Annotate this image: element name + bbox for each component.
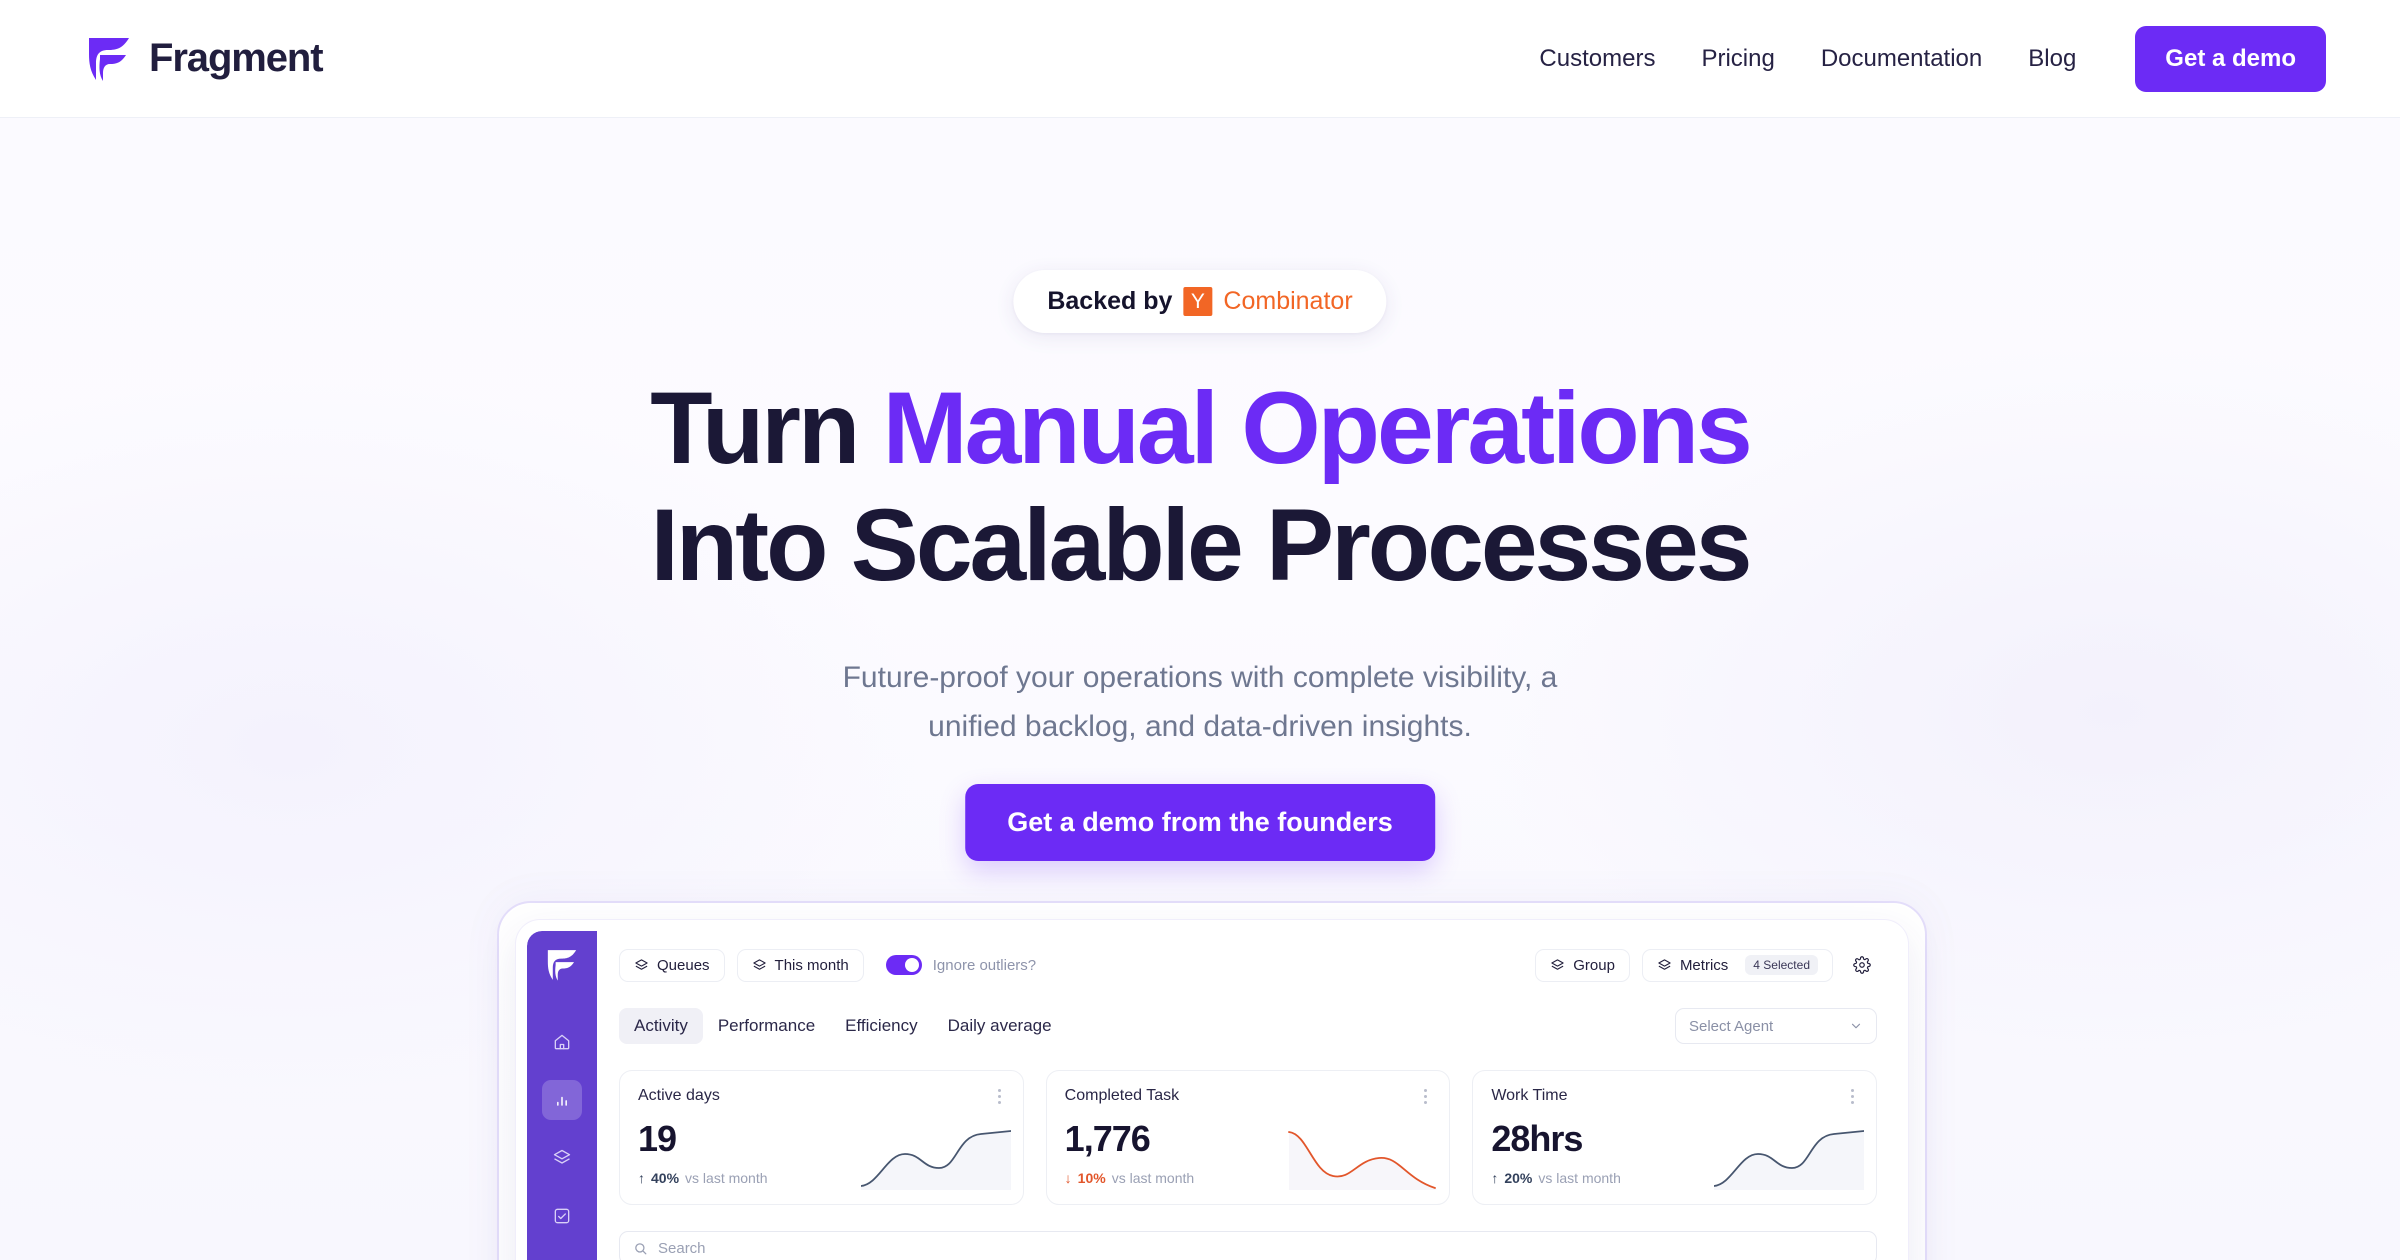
check-square-icon <box>554 1208 570 1224</box>
tab-daily-average[interactable]: Daily average <box>933 1008 1067 1044</box>
search-icon <box>635 1242 647 1254</box>
sidebar-fragment-logo-icon <box>547 950 577 981</box>
yc-backed-badge: Backed by Y Combinator <box>1013 270 1387 333</box>
sidebar-item-flags[interactable] <box>542 1254 582 1260</box>
app-sidebar <box>527 931 597 1260</box>
stat-card-completed-task: Completed Task 1,776 ↓ 10% vs last month <box>1045 1070 1451 1205</box>
yc-badge-name: Combinator <box>1223 287 1353 315</box>
home-icon <box>554 1034 570 1050</box>
tab-efficiency[interactable]: Efficiency <box>830 1008 932 1044</box>
settings-button[interactable] <box>1847 950 1877 980</box>
nav-link-customers[interactable]: Customers <box>1516 45 1678 73</box>
arrow-up-icon: ↑ <box>1491 1170 1499 1186</box>
stat-cards: Active days 19 ↑ 40% vs last month Compl… <box>619 1070 1897 1205</box>
layers-icon <box>1658 958 1671 970</box>
metrics-button[interactable]: Metrics 4 Selected <box>1641 948 1833 982</box>
site-header: Fragment Customers Pricing Documentation… <box>0 0 2400 118</box>
period-label: This month <box>774 956 849 974</box>
ignore-outliers-label: Ignore outliers? <box>932 956 1037 974</box>
queues-button[interactable]: Queues <box>619 948 725 982</box>
subtitle-line1: Future-proof your operations with comple… <box>842 661 1558 694</box>
agent-select-value: Select Agent <box>1689 1017 1774 1035</box>
card-title: Active days <box>638 1087 720 1104</box>
dashboard-main: Queues This month Ignore outliers? Group… <box>597 931 1897 1260</box>
more-options-icon[interactable] <box>1847 1087 1858 1106</box>
card-delta-value: 20% <box>1504 1170 1533 1186</box>
device-frame: Queues This month Ignore outliers? Group… <box>497 901 1927 1260</box>
sidebar-item-analytics[interactable] <box>542 1080 582 1120</box>
card-delta-value: 10% <box>1077 1170 1106 1186</box>
gear-icon <box>1853 956 1871 974</box>
get-a-demo-button[interactable]: Get a demo <box>2135 25 2326 92</box>
dashboard-app: Queues This month Ignore outliers? Group… <box>527 931 1897 1260</box>
nav-link-pricing[interactable]: Pricing <box>1678 45 1797 73</box>
subtitle-line2: unified backlog, and data-driven insight… <box>928 709 1472 743</box>
arrow-up-icon: ↑ <box>638 1170 645 1186</box>
search-input[interactable]: Search <box>619 1231 1877 1260</box>
nav-link-documentation[interactable]: Documentation <box>1798 45 2005 73</box>
arrow-down-icon: ↓ <box>1064 1170 1072 1186</box>
hero-subtitle: Future-proof your operations with comple… <box>0 654 2400 751</box>
dashboard-toolbar: Queues This month Ignore outliers? Group… <box>619 948 1897 982</box>
card-delta-note: vs last month <box>1111 1170 1195 1186</box>
sparkline-chart <box>1288 1131 1438 1190</box>
yc-badge-prefix: Backed by <box>1047 287 1173 315</box>
layers-icon <box>553 1149 571 1164</box>
sidebar-item-layers[interactable] <box>542 1138 582 1178</box>
group-button[interactable]: Group <box>1535 948 1630 982</box>
toolbar-right-group: Group Metrics 4 Selected <box>1535 948 1877 982</box>
sidebar-item-tasks[interactable] <box>542 1196 582 1236</box>
card-delta-note: vs last month <box>685 1170 768 1186</box>
card-delta-value: 40% <box>651 1170 680 1186</box>
page-title: Turn Manual Operations Into Scalable Pro… <box>0 370 2400 605</box>
sparkline-chart <box>1714 1130 1865 1190</box>
agent-select[interactable]: Select Agent <box>1675 1008 1877 1044</box>
chevron-down-icon <box>1851 1023 1861 1029</box>
ignore-outliers-toggle[interactable] <box>885 955 922 975</box>
more-options-icon[interactable] <box>1420 1087 1431 1106</box>
y-combinator-icon: Y <box>1183 287 1213 316</box>
card-title: Work Time <box>1491 1087 1568 1104</box>
metrics-label: Metrics <box>1679 956 1729 974</box>
tab-activity[interactable]: Activity <box>619 1008 703 1044</box>
headline-line1-accent: Manual Operations <box>882 371 1753 485</box>
search-placeholder: Search <box>658 1239 706 1257</box>
headline-line1-plain: Turn <box>650 371 883 485</box>
period-button[interactable]: This month <box>736 948 864 982</box>
group-label: Group <box>1573 956 1615 974</box>
headline-line2: Into Scalable Processes <box>650 488 1753 603</box>
layers-icon <box>752 958 766 970</box>
hero-section: Backed by Y Combinator Turn Manual Opera… <box>0 118 2400 1260</box>
nav-link-blog[interactable]: Blog <box>2005 45 2099 73</box>
brand-logo[interactable]: Fragment <box>86 35 324 83</box>
get-demo-from-founders-button[interactable]: Get a demo from the founders <box>965 784 1435 861</box>
metrics-selected-badge: 4 Selected <box>1745 955 1818 975</box>
card-delta-note: vs last month <box>1538 1170 1621 1186</box>
main-nav: Customers Pricing Documentation Blog Get… <box>1516 25 2326 92</box>
more-options-icon[interactable] <box>994 1087 1005 1106</box>
dashboard-tabs: Activity Performance Efficiency Daily av… <box>619 1008 1897 1044</box>
queues-label: Queues <box>657 956 710 974</box>
brand-name: Fragment <box>149 36 324 80</box>
sidebar-item-home[interactable] <box>542 1022 582 1062</box>
layers-icon <box>1551 958 1564 970</box>
bar-chart-icon <box>557 1096 567 1106</box>
card-title: Completed Task <box>1064 1087 1180 1104</box>
layers-icon <box>635 958 648 970</box>
fragment-f-logo-icon <box>89 37 129 81</box>
sparkline-chart <box>860 1130 1011 1190</box>
stat-card-work-time: Work Time 28hrs ↑ 20% vs last month <box>1472 1070 1878 1205</box>
device-screen: Queues This month Ignore outliers? Group… <box>516 920 1908 1260</box>
ignore-outliers-control: Ignore outliers? <box>885 955 1037 975</box>
stat-card-active-days: Active days 19 ↑ 40% vs last month <box>619 1070 1024 1205</box>
tab-performance[interactable]: Performance <box>703 1008 830 1044</box>
